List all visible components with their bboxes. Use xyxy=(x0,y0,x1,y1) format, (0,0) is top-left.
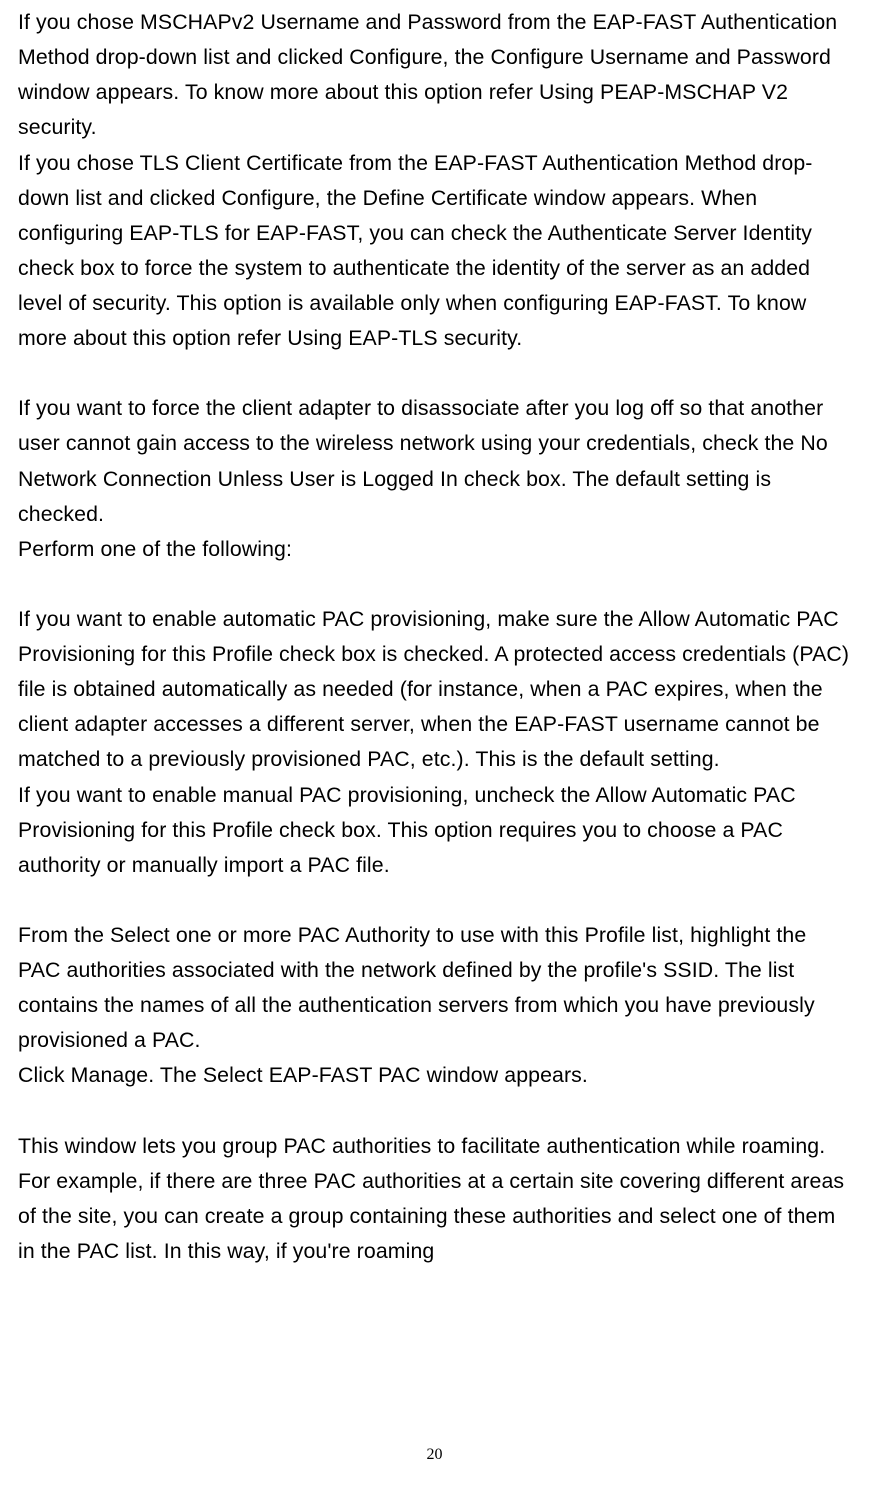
spacer xyxy=(18,883,853,918)
paragraph: Click Manage. The Select EAP-FAST PAC wi… xyxy=(18,1058,853,1093)
paragraph: If you chose MSCHAPv2 Username and Passw… xyxy=(18,5,853,146)
spacer xyxy=(18,567,853,602)
paragraph: If you chose TLS Client Certificate from… xyxy=(18,146,853,357)
paragraph: If you want to force the client adapter … xyxy=(18,391,853,532)
paragraph: From the Select one or more PAC Authorit… xyxy=(18,918,853,1059)
paragraph: Perform one of the following: xyxy=(18,532,853,567)
spacer xyxy=(18,1094,853,1129)
paragraph: This window lets you group PAC authoriti… xyxy=(18,1129,853,1270)
document-page: If you chose MSCHAPv2 Username and Passw… xyxy=(0,0,869,1269)
paragraph: If you want to enable automatic PAC prov… xyxy=(18,602,853,778)
spacer xyxy=(18,356,853,391)
page-number: 20 xyxy=(0,1446,869,1464)
paragraph: If you want to enable manual PAC provisi… xyxy=(18,778,853,883)
